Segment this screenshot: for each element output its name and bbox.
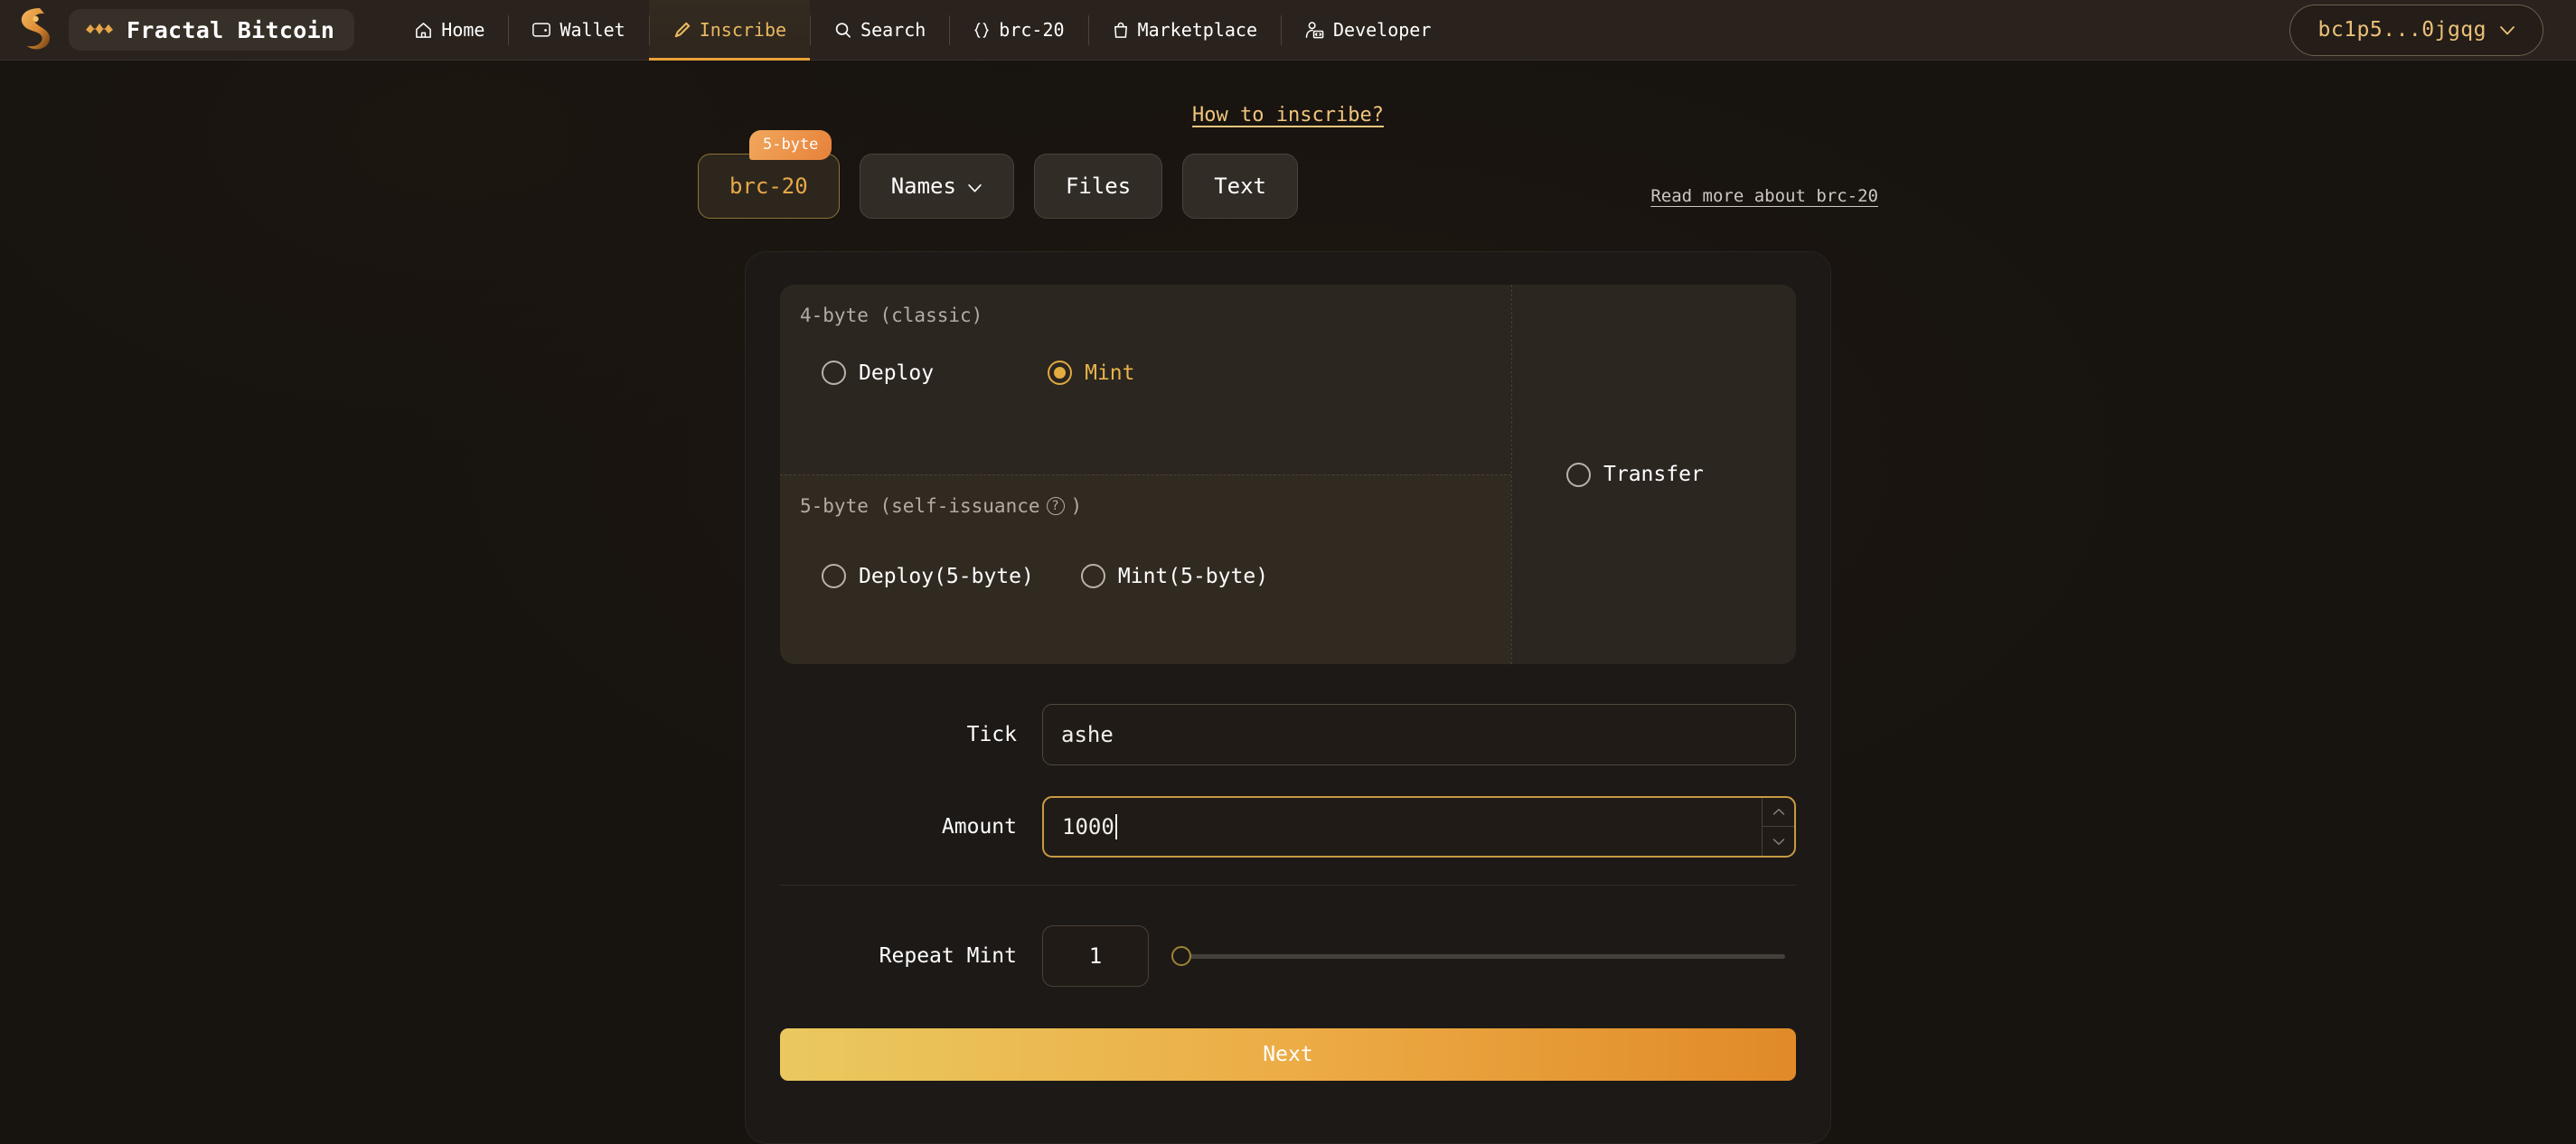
nav-item-search[interactable]: Search (810, 0, 949, 61)
slider-track (1187, 953, 1785, 959)
classic-title-text: 4-byte (classic) (800, 305, 983, 326)
tab-brc20[interactable]: 5-byte brc-20 (698, 130, 840, 219)
wallet-icon (531, 21, 551, 39)
tick-input[interactable]: ashe (1042, 704, 1796, 765)
amount-input-value: 1000 (1062, 814, 1114, 839)
mode-section-classic: 4-byte (classic) Deploy Mint (780, 285, 1511, 474)
nav-item-brc20[interactable]: brc-20 (949, 0, 1087, 61)
amount-input[interactable]: 1000 (1042, 796, 1796, 858)
bag-icon (1112, 21, 1130, 40)
nav-item-marketplace[interactable]: Marketplace (1087, 0, 1281, 61)
radio-circle-icon (1080, 564, 1105, 588)
how-to-inscribe-link[interactable]: How to inscribe? (1192, 104, 1384, 127)
radio-label: Deploy(5-byte) (859, 564, 1034, 588)
nav-item-developer[interactable]: Developer (1280, 0, 1454, 61)
tab-files[interactable]: Files (1033, 154, 1163, 219)
tab-label: Names (890, 173, 956, 199)
tab-label: brc-20 (729, 173, 808, 199)
radio-transfer[interactable]: Transfer (1566, 462, 1704, 487)
question-mark-icon[interactable]: ? (1046, 497, 1065, 515)
radio-label: Transfer (1603, 463, 1704, 486)
radio-mint[interactable]: Mint (1048, 361, 1134, 385)
tab-text[interactable]: Text (1182, 154, 1298, 219)
page-body: How to inscribe? 5-byte brc-20 Names Fil… (0, 61, 2576, 1144)
brand-pill[interactable]: Fractal Bitcoin (69, 9, 355, 51)
radio-label: Mint(5-byte) (1117, 564, 1269, 588)
brand-label: Fractal Bitcoin (127, 16, 335, 43)
radio-circle-icon (822, 361, 846, 385)
repeat-mint-value: 1 (1088, 943, 1103, 969)
chevron-down-icon (2499, 18, 2515, 42)
inscribe-type-tabs: 5-byte brc-20 Names Files Text Read more… (698, 130, 1878, 219)
mode-section-classic-title: 4-byte (classic) (800, 305, 1511, 326)
nav-items: Home Wallet Inscribe Search brc-20 Marke… (390, 0, 1872, 61)
text-caret (1114, 814, 1117, 839)
radio-label: Mint (1085, 361, 1135, 385)
nav-item-label: Developer (1332, 19, 1432, 41)
tick-input-value: ashe (1061, 722, 1114, 747)
nav-item-home[interactable]: Home (390, 0, 508, 61)
nav-item-label: Search (860, 19, 926, 41)
self-issuance-title-suffix: ) (1070, 495, 1083, 517)
chevron-down-icon (967, 173, 982, 199)
mode-right-column: Transfer (1512, 285, 1796, 664)
nav-item-label: Inscribe (699, 19, 787, 41)
self-issuance-title-text: 5-byte (self-issuance (800, 495, 1040, 517)
tick-label: Tick (966, 723, 1017, 746)
inscribe-form: Tick ashe Amount 1000 Repeat Mint 1 Next (780, 704, 1796, 1081)
radio-mint-5byte[interactable]: Mint(5-byte) (1080, 564, 1269, 588)
mode-selector-panel: 4-byte (classic) Deploy Mint 5-byte (sel… (780, 285, 1796, 664)
chevron-up-icon[interactable] (1763, 798, 1794, 827)
top-navbar: Fractal Bitcoin Home Wallet Inscribe Sea… (0, 0, 2576, 61)
form-divider (780, 885, 1796, 886)
repeat-mint-input[interactable]: 1 (1042, 925, 1149, 987)
radio-circle-icon (822, 564, 846, 588)
nav-item-label: brc-20 (999, 19, 1065, 41)
home-icon (414, 21, 433, 40)
amount-stepper (1762, 798, 1794, 856)
nav-item-label: Wallet (559, 19, 625, 41)
form-row-repeat-mint: Repeat Mint 1 (780, 925, 1796, 987)
nav-item-label: Home (441, 19, 485, 41)
form-row-amount: Amount 1000 (780, 796, 1796, 858)
mode-left-column: 4-byte (classic) Deploy Mint 5-byte (sel… (780, 285, 1512, 664)
repeat-mint-label: Repeat Mint (879, 944, 1017, 968)
tab-label: Text (1214, 173, 1266, 199)
nav-item-inscribe[interactable]: Inscribe (648, 0, 811, 61)
fractal-chevron-logo-icon (85, 19, 114, 41)
amount-label: Amount (941, 815, 1017, 839)
slider-knob[interactable] (1171, 946, 1191, 966)
braces-icon (973, 21, 991, 40)
radio-circle-icon (1566, 462, 1591, 487)
fractal-s-logo-icon[interactable] (0, 0, 67, 61)
inscribe-card: 4-byte (classic) Deploy Mint 5-byte (sel… (745, 251, 1831, 1144)
pencil-icon (672, 21, 691, 40)
repeat-mint-slider[interactable] (1169, 943, 1785, 969)
tab-names[interactable]: Names (859, 154, 1014, 219)
nav-item-wallet[interactable]: Wallet (508, 0, 648, 61)
nav-item-label: Marketplace (1137, 19, 1257, 41)
wallet-address-button[interactable]: bc1p5...0jgqg (2289, 4, 2543, 56)
tab-badge-5byte: 5-byte (749, 130, 832, 160)
self-issuance-options: Deploy(5-byte) Mint(5-byte) (800, 564, 1511, 588)
form-row-tick: Tick ashe (780, 704, 1796, 765)
read-more-brc20-link[interactable]: Read more about brc-20 (1650, 186, 1878, 206)
classic-options: Deploy Mint (800, 361, 1511, 385)
next-button[interactable]: Next (780, 1028, 1796, 1081)
tab-label: Files (1065, 173, 1132, 199)
mode-section-self-issuance-title: 5-byte (self-issuance ? ) (800, 495, 1511, 517)
radio-deploy-5byte[interactable]: Deploy(5-byte) (822, 564, 1034, 588)
radio-label: Deploy (859, 361, 935, 385)
radio-deploy[interactable]: Deploy (822, 361, 934, 385)
radio-circle-selected-icon (1048, 361, 1073, 385)
search-icon (833, 21, 852, 40)
mode-section-self-issuance: 5-byte (self-issuance ? ) Deploy(5-byte)… (780, 474, 1511, 664)
chevron-down-icon[interactable] (1763, 827, 1794, 856)
wallet-address-label: bc1p5...0jgqg (2317, 18, 2487, 42)
developer-icon (1304, 21, 1325, 40)
